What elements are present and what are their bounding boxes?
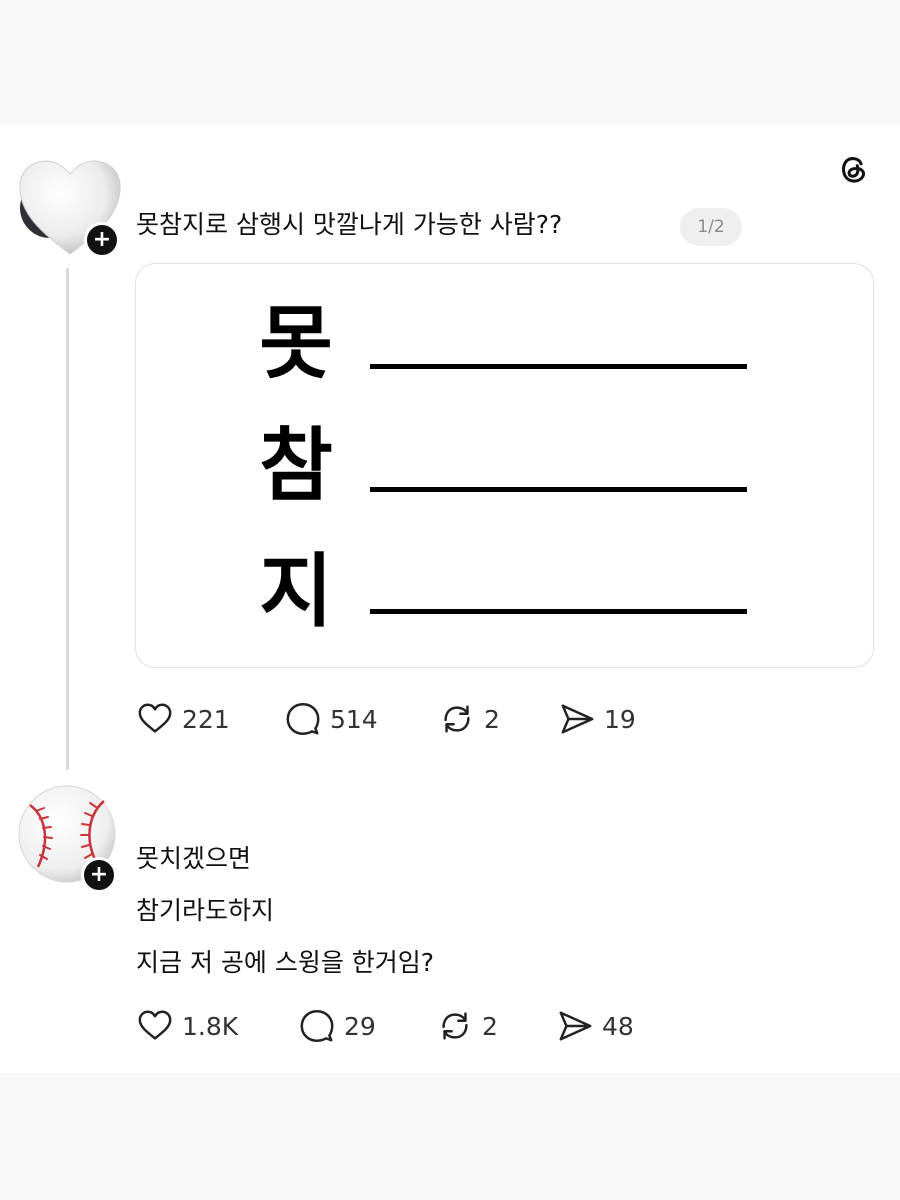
follow-plus-icon[interactable]: + — [81, 857, 117, 893]
comment-count: 514 — [330, 704, 378, 734]
like-button[interactable]: 1.8K — [136, 1006, 238, 1046]
comment-count: 29 — [344, 1011, 376, 1041]
share-count: 48 — [602, 1011, 634, 1041]
reply-line-3: 지금 저 공에 스윙을 한거임? — [136, 948, 435, 977]
thread-connector-line — [66, 268, 69, 770]
repost-icon — [442, 1012, 468, 1040]
page-indicator-badge: 1/2 — [680, 208, 742, 246]
bottom-background — [0, 1073, 900, 1200]
threads-icon[interactable] — [834, 150, 872, 188]
post-image[interactable]: 못 참 지 — [135, 263, 874, 668]
like-count: 1.8K — [182, 1011, 239, 1041]
blank-line-2 — [370, 487, 747, 492]
send-icon — [559, 1011, 592, 1041]
blank-line-3 — [370, 609, 747, 614]
acrostic-char-2: 참 — [259, 419, 333, 512]
repost-count: 2 — [484, 704, 500, 734]
share-button[interactable]: 48 — [556, 1006, 634, 1046]
heart-outline-icon — [138, 1010, 172, 1040]
repost-button[interactable]: 2 — [436, 1006, 498, 1046]
follow-plus-icon[interactable]: + — [84, 222, 120, 258]
acrostic-char-3: 지 — [259, 545, 333, 638]
reply-line-2: 참기라도하지 — [136, 896, 275, 925]
reply-line-1: 못치겠으면 — [136, 844, 252, 873]
top-background — [0, 0, 900, 125]
like-button[interactable]: 221 — [136, 699, 230, 739]
comment-button[interactable]: 29 — [298, 1006, 376, 1046]
repost-button[interactable]: 2 — [438, 699, 500, 739]
comment-bubble-icon — [286, 703, 320, 735]
comment-button[interactable]: 514 — [284, 699, 378, 739]
heart-outline-icon — [138, 703, 172, 733]
post-text: 못참지로 삼행시 맛깔나게 가능한 사람?? — [136, 210, 563, 239]
blank-line-1 — [370, 364, 747, 369]
reply-text: 못치겠으면 참기라도하지 지금 저 공에 스윙을 한거임? — [136, 833, 434, 989]
comment-bubble-icon — [300, 1010, 334, 1042]
repost-icon — [444, 705, 470, 733]
share-count: 19 — [604, 704, 636, 734]
repost-count: 2 — [482, 1011, 498, 1041]
like-count: 221 — [182, 704, 230, 734]
share-button[interactable]: 19 — [558, 699, 636, 739]
acrostic-char-1: 못 — [259, 297, 333, 390]
send-icon — [561, 704, 594, 734]
